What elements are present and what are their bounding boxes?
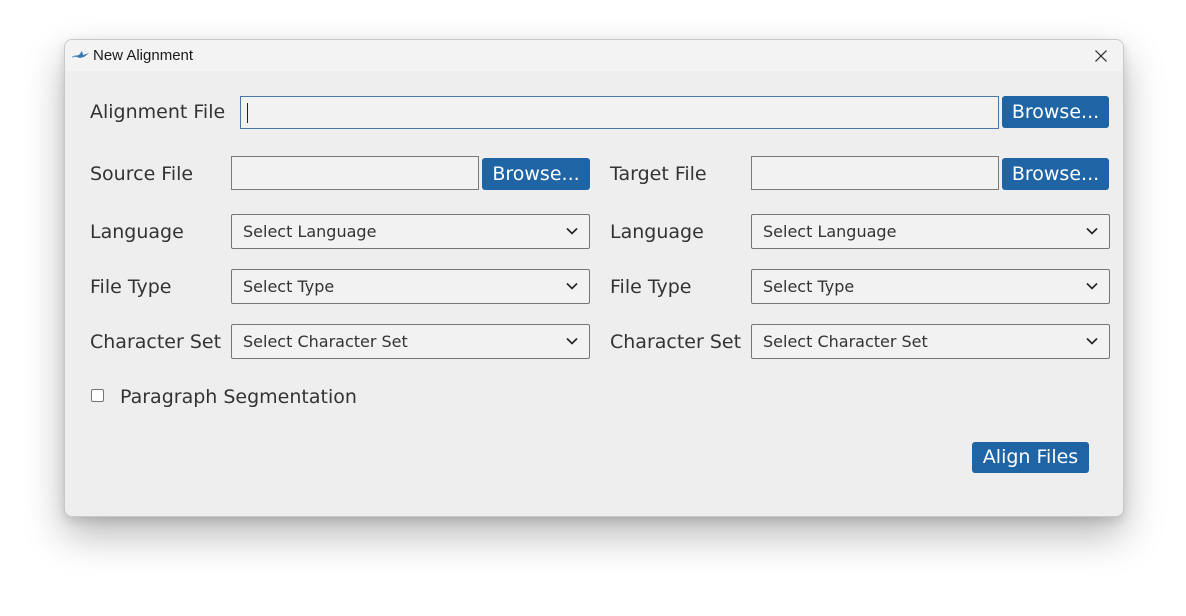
close-button[interactable] xyxy=(1079,40,1123,71)
target-filetype-select[interactable]: Select Type xyxy=(751,269,1110,304)
source-browse-button[interactable]: Browse... xyxy=(482,158,590,190)
title-bar[interactable]: New Alignment xyxy=(65,40,1123,71)
target-browse-button[interactable]: Browse... xyxy=(1002,158,1109,190)
chevron-down-icon xyxy=(566,227,578,235)
text-caret xyxy=(247,103,248,123)
target-language-select[interactable]: Select Language xyxy=(751,214,1110,249)
alignment-browse-button[interactable]: Browse... xyxy=(1002,96,1109,128)
align-files-button[interactable]: Align Files xyxy=(972,442,1089,473)
target-charset-value: Select Character Set xyxy=(763,332,928,351)
chevron-down-icon xyxy=(1086,337,1098,345)
source-file-label: Source File xyxy=(90,163,194,185)
target-file-label: Target File xyxy=(610,163,707,185)
source-filetype-label: File Type xyxy=(90,276,172,298)
target-language-value: Select Language xyxy=(763,222,897,241)
source-charset-value: Select Character Set xyxy=(243,332,408,351)
new-alignment-dialog: New Alignment Alignment File Browse... S… xyxy=(64,39,1124,517)
target-file-input[interactable] xyxy=(751,156,999,190)
target-language-label: Language xyxy=(610,221,704,243)
source-file-input[interactable] xyxy=(231,156,479,190)
target-charset-select[interactable]: Select Character Set xyxy=(751,324,1110,359)
target-filetype-label: File Type xyxy=(610,276,692,298)
target-charset-label: Character Set xyxy=(610,331,742,353)
source-charset-select[interactable]: Select Character Set xyxy=(231,324,590,359)
bird-icon xyxy=(72,51,89,58)
chevron-down-icon xyxy=(1086,282,1098,290)
source-filetype-select[interactable]: Select Type xyxy=(231,269,590,304)
target-filetype-value: Select Type xyxy=(763,277,855,296)
source-charset-label: Character Set xyxy=(90,331,222,353)
chevron-down-icon xyxy=(566,337,578,345)
source-filetype-value: Select Type xyxy=(243,277,335,296)
window-title: New Alignment xyxy=(93,47,194,64)
source-language-select[interactable]: Select Language xyxy=(231,214,590,249)
paragraph-segmentation-checkbox[interactable] xyxy=(91,389,104,402)
close-icon xyxy=(1095,49,1107,62)
alignment-file-input[interactable] xyxy=(240,96,999,129)
paragraph-segmentation-label: Paragraph Segmentation xyxy=(120,386,357,408)
chevron-down-icon xyxy=(566,282,578,290)
chevron-down-icon xyxy=(1086,227,1098,235)
alignment-file-label: Alignment File xyxy=(90,101,226,123)
source-language-value: Select Language xyxy=(243,222,377,241)
source-language-label: Language xyxy=(90,221,184,243)
